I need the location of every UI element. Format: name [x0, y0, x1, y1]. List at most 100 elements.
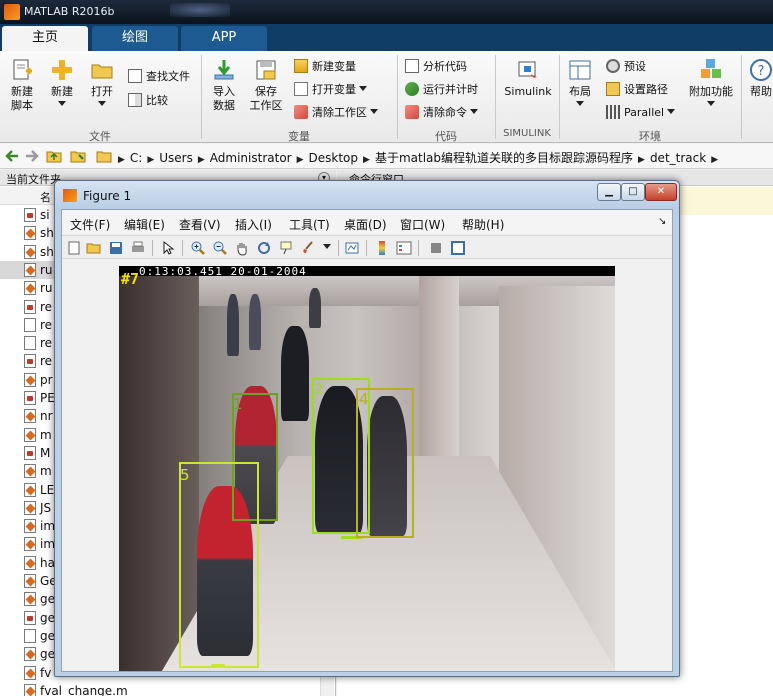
- breadcrumb-segment[interactable]: C:: [130, 151, 142, 165]
- print-figure-icon[interactable]: [130, 240, 146, 256]
- import-data-button[interactable]: 导入 数据: [206, 57, 242, 113]
- save-figure-icon[interactable]: [108, 240, 124, 256]
- breadcrumb-segment[interactable]: 基于matlab编程轨道关联的多目标跟踪源码程序: [375, 151, 633, 165]
- colorbar-icon[interactable]: [374, 240, 390, 256]
- layout-dropdown-caret[interactable]: [576, 101, 584, 106]
- address-bar: ▶ C: ▶ Users ▶ Administrator ▶ Desktop ▶ 基于matlab…: [0, 144, 773, 169]
- file-name: fv: [40, 665, 52, 680]
- clear-workspace-caret[interactable]: [370, 109, 378, 114]
- dock-arrow-icon[interactable]: ↘: [658, 216, 666, 227]
- menu-help[interactable]: 帮助(H): [462, 216, 504, 233]
- ribbon-separator: [201, 55, 202, 139]
- set-path-button[interactable]: 设置路径: [606, 80, 668, 100]
- breadcrumb-arrow-icon[interactable]: ▶: [297, 155, 304, 165]
- breadcrumb-arrow-icon[interactable]: ▶: [198, 155, 205, 165]
- matlab-function-file-icon: [24, 354, 36, 369]
- breadcrumb-arrow-icon[interactable]: ▶: [638, 155, 645, 165]
- simulink-button[interactable]: Simulink: [500, 57, 556, 99]
- matlab-script-file-icon: [24, 482, 36, 497]
- menu-edit[interactable]: 编辑(E): [124, 216, 165, 233]
- breadcrumb-segment[interactable]: det_track: [650, 151, 706, 165]
- compare-button[interactable]: 比较: [128, 91, 168, 111]
- tab-plots[interactable]: 绘图: [92, 26, 178, 51]
- menu-insert[interactable]: 插入(I): [235, 216, 272, 233]
- help-button[interactable]: ? 帮助: [746, 57, 773, 99]
- preferences-button[interactable]: 预设: [606, 57, 646, 77]
- file-name: sh: [40, 226, 54, 241]
- open-file-icon[interactable]: [86, 240, 102, 256]
- open-variable-button[interactable]: 打开变量: [294, 80, 367, 100]
- menu-tools[interactable]: 工具(T): [289, 216, 330, 233]
- current-path-breadcrumb[interactable]: ▶ C: ▶ Users ▶ Administrator ▶ Desktop ▶ 基于matlab…: [118, 149, 718, 166]
- menu-window[interactable]: 窗口(W): [400, 216, 445, 233]
- file-list-item[interactable]: fval_change.m: [0, 682, 336, 696]
- root-folder-icon[interactable]: [96, 149, 112, 163]
- tab-apps[interactable]: APP: [181, 26, 267, 51]
- brush-dropdown-caret[interactable]: [323, 244, 331, 249]
- minimize-icon: ▁: [605, 186, 613, 197]
- forward-arrow-icon[interactable]: [24, 149, 40, 163]
- file-name: ru: [40, 262, 53, 277]
- breadcrumb-segment[interactable]: Administrator: [210, 151, 292, 165]
- new-variable-button[interactable]: 新建变量: [294, 57, 356, 77]
- minimize-button[interactable]: ▁: [597, 183, 621, 201]
- browse-folder-icon[interactable]: [70, 149, 86, 163]
- breadcrumb-arrow-icon[interactable]: ▶: [711, 155, 718, 165]
- save-workspace-label: 保存 工作区: [249, 85, 283, 112]
- new-button[interactable]: 新建: [44, 57, 80, 106]
- addons-dropdown-caret[interactable]: [707, 101, 715, 106]
- open-button[interactable]: 打开: [84, 57, 120, 106]
- tab-home[interactable]: 主页: [2, 26, 88, 51]
- menu-view[interactable]: 查看(V): [179, 216, 221, 233]
- data-cursor-icon[interactable]: [278, 240, 294, 256]
- clear-workspace-button[interactable]: 清除工作区: [294, 103, 378, 123]
- pedestrian-far: [249, 294, 261, 350]
- find-files-label: 查找文件: [146, 70, 190, 83]
- brush-icon[interactable]: [300, 240, 316, 256]
- breadcrumb-arrow-icon[interactable]: ▶: [363, 155, 370, 165]
- video-timestamp-bar: 0:13:03.451 20-01-2004: [119, 266, 615, 278]
- new-script-button[interactable]: 新建 脚本: [4, 57, 40, 113]
- track-label-1: 1: [233, 395, 243, 413]
- menu-file[interactable]: 文件(F): [70, 216, 110, 233]
- legend-icon[interactable]: [396, 240, 412, 256]
- zoom-in-icon[interactable]: [190, 240, 206, 256]
- link-plot-icon[interactable]: [344, 240, 360, 256]
- matlab-script-file-icon: [24, 226, 36, 241]
- show-plot-tools-icon[interactable]: [450, 240, 466, 256]
- file-name: LE: [40, 482, 55, 497]
- breadcrumb-segment[interactable]: Users: [159, 151, 193, 165]
- run-and-time-button[interactable]: 运行并计时: [405, 80, 478, 100]
- file-name: m: [40, 464, 52, 479]
- breadcrumb-arrow-icon[interactable]: ▶: [118, 155, 125, 165]
- addons-button[interactable]: 附加功能: [686, 57, 736, 106]
- analyze-code-button[interactable]: 分析代码: [405, 57, 467, 77]
- up-folder-icon[interactable]: [46, 149, 62, 163]
- parallel-button[interactable]: Parallel: [606, 103, 676, 123]
- open-dropdown-caret[interactable]: [98, 101, 106, 106]
- rotate-3d-icon[interactable]: [256, 240, 272, 256]
- back-arrow-icon[interactable]: [4, 149, 20, 163]
- breadcrumb-segment[interactable]: Desktop: [309, 151, 359, 165]
- new-dropdown-caret[interactable]: [58, 101, 66, 106]
- zoom-out-icon[interactable]: [212, 240, 228, 256]
- edit-plot-arrow-icon[interactable]: [160, 240, 176, 256]
- clear-commands-button[interactable]: 清除命令: [405, 103, 478, 123]
- breadcrumb-arrow-icon[interactable]: ▶: [147, 155, 154, 165]
- pan-hand-icon[interactable]: [234, 240, 250, 256]
- find-files-button[interactable]: 查找文件: [128, 67, 190, 87]
- new-figure-icon[interactable]: [66, 240, 82, 256]
- hide-plot-tools-icon[interactable]: [428, 240, 444, 256]
- matlab-script-file-icon: [24, 244, 36, 259]
- preferences-label: 预设: [624, 60, 646, 73]
- layout-button[interactable]: 布局: [563, 57, 597, 106]
- maximize-button[interactable]: □: [621, 183, 645, 201]
- open-variable-caret[interactable]: [359, 86, 367, 91]
- close-button[interactable]: ✕: [645, 183, 677, 201]
- clear-commands-caret[interactable]: [470, 109, 478, 114]
- figure-title-bar[interactable]: Figure 1 ▁ □ ✕: [55, 181, 679, 209]
- save-workspace-button[interactable]: 保存 工作区: [246, 57, 286, 113]
- figure-axes-canvas[interactable]: 0:13:03.451 20-01-2004 #7 1 2 4 5: [62, 260, 672, 671]
- parallel-caret[interactable]: [667, 109, 676, 114]
- menu-desktop[interactable]: 桌面(D): [344, 216, 387, 233]
